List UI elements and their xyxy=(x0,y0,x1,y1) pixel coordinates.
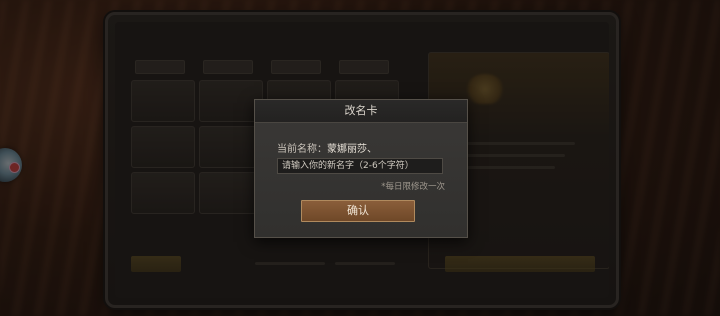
daily-limit-note: *每日限修改一次 xyxy=(381,182,445,192)
confirm-button[interactable]: 确认 xyxy=(301,200,415,222)
rename-card-dialog: 改名卡 当前名称：蒙娜丽莎、 *每日限修改一次 确认 xyxy=(254,99,468,238)
new-name-input[interactable] xyxy=(277,158,443,174)
dialog-title: 改名卡 xyxy=(255,100,467,123)
current-name-value: 蒙娜丽莎、 xyxy=(327,144,377,155)
current-name-row: 当前名称：蒙娜丽莎、 xyxy=(277,140,377,155)
current-name-label: 当前名称： xyxy=(277,144,327,155)
